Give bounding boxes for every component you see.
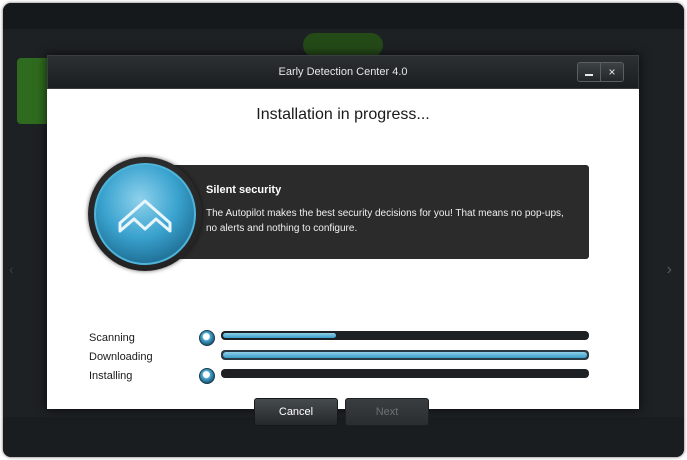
minimize-button[interactable] [578, 63, 600, 81]
installing-progress-bar [221, 369, 589, 378]
info-panel: Silent security The Autopilot makes the … [151, 165, 589, 259]
dialog-body: Installation in progress... Silent secur… [47, 89, 639, 426]
info-text: The Autopilot makes the best security de… [206, 208, 564, 234]
background-left-arrow-icon: ‹ [9, 261, 14, 277]
background-right-arrow-icon: › [666, 261, 672, 278]
autopilot-logo-icon [94, 163, 196, 265]
installing-spinner-icon [199, 368, 215, 384]
window-controls: × [577, 62, 624, 82]
dialog-titlebar: Early Detection Center 4.0 × [47, 55, 639, 89]
minimize-icon [585, 74, 593, 76]
scanning-spinner-icon [199, 330, 215, 346]
scanning-label: Scanning [89, 332, 135, 344]
background-footer [3, 417, 684, 457]
next-button[interactable]: Next [345, 398, 429, 426]
downloading-progress-fill [223, 352, 587, 358]
dialog-title: Early Detection Center 4.0 [278, 66, 408, 78]
cancel-button[interactable]: Cancel [254, 398, 338, 426]
downloading-label: Downloading [89, 351, 153, 363]
installing-label: Installing [89, 370, 133, 382]
close-button[interactable]: × [600, 63, 623, 81]
close-icon: × [608, 65, 616, 79]
background-status-indicator [303, 33, 383, 57]
background-titlebar [3, 3, 684, 29]
scanning-progress-bar [221, 331, 589, 340]
page-title: Installation in progress... [256, 106, 430, 123]
install-dialog: Early Detection Center 4.0 × Installatio… [47, 55, 639, 426]
downloading-progress-bar [221, 350, 589, 360]
autopilot-logo [88, 157, 202, 271]
scanning-progress-fill [223, 333, 336, 338]
info-title: Silent security [206, 184, 282, 196]
